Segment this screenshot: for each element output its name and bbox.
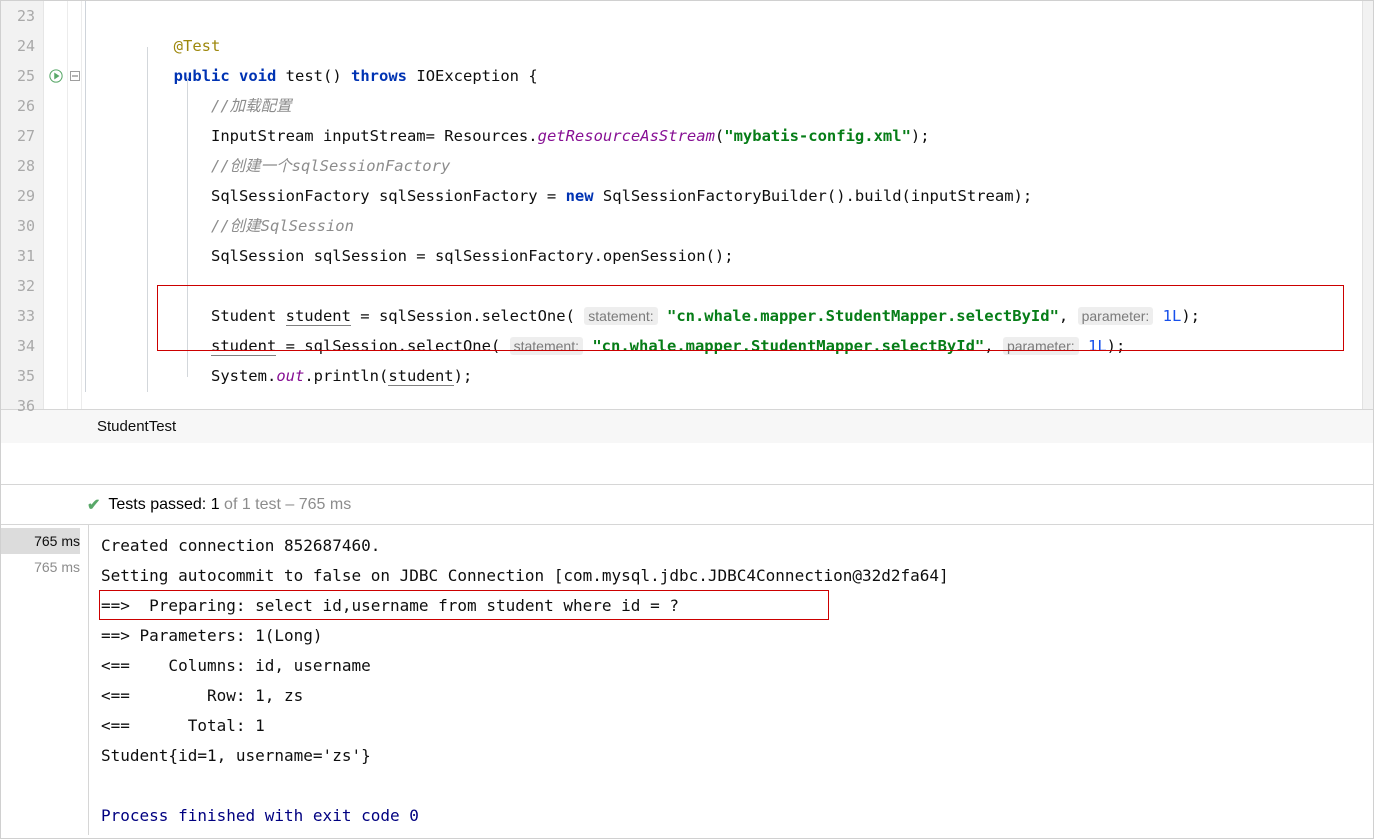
static-field: out xyxy=(276,367,304,385)
comment: //创建SqlSession xyxy=(211,217,354,235)
number-literal: 1L xyxy=(1088,337,1107,355)
editor-scrollbar[interactable] xyxy=(1362,1,1373,409)
console-line: <== Columns: id, username xyxy=(101,651,1373,681)
keyword-public: public xyxy=(174,67,230,85)
toolwindow-toolbar xyxy=(1,443,1373,485)
code-area[interactable]: @Test public void test() throws IOExcept… xyxy=(89,1,1373,409)
code: ( xyxy=(715,127,724,145)
string-literal: "mybatis-config.xml" xyxy=(724,127,911,145)
console-line: <== Total: 1 xyxy=(101,711,1373,741)
indent xyxy=(99,187,211,205)
console-line: Setting autocommit to false on JDBC Conn… xyxy=(101,561,1373,591)
code: Student xyxy=(211,307,286,325)
space xyxy=(658,307,667,325)
code: SqlSessionFactory sqlSessionFactory = xyxy=(211,187,566,205)
indent xyxy=(99,127,211,145)
run-gutter xyxy=(44,1,68,409)
code: System. xyxy=(211,367,276,385)
line-number[interactable]: 34 xyxy=(1,331,43,361)
indent xyxy=(99,97,211,115)
keyword-new: new xyxy=(566,187,594,205)
console-line: Created connection 852687460. xyxy=(101,531,1373,561)
tests-passed-count: 1 xyxy=(211,496,220,514)
structure-gutter xyxy=(82,1,89,409)
fold-gutter xyxy=(68,1,82,409)
test-tree-row[interactable]: 765 ms xyxy=(1,528,80,554)
code: ); xyxy=(1181,307,1200,325)
comment: //加载配置 xyxy=(211,97,292,115)
code: .println( xyxy=(304,367,388,385)
console-line xyxy=(101,771,1373,801)
indent xyxy=(99,247,211,265)
tests-passed-label: Tests passed: xyxy=(108,496,206,514)
code: , xyxy=(1059,307,1078,325)
line-number[interactable]: 27 xyxy=(1,121,43,151)
line-number-gutter[interactable]: 23 24 25 26 27 28 29 30 31 32 33 34 35 3… xyxy=(1,1,44,409)
line-number[interactable]: 32 xyxy=(1,271,43,301)
run-panel: 765 ms 765 ms Created connection 8526874… xyxy=(1,525,1373,835)
indent xyxy=(99,217,211,235)
line-number[interactable]: 25 xyxy=(1,61,43,91)
line-number[interactable]: 36 xyxy=(1,391,43,421)
annotation: @Test xyxy=(174,37,221,55)
code: = sqlSession.selectOne( xyxy=(351,307,584,325)
line-number[interactable]: 30 xyxy=(1,211,43,241)
comment: //创建一个sqlSessionFactory xyxy=(211,157,450,175)
variable: student xyxy=(286,307,351,326)
line-number[interactable]: 29 xyxy=(1,181,43,211)
run-test-icon[interactable] xyxy=(44,61,67,91)
parameter-hint: statement: xyxy=(510,337,583,355)
code: SqlSession sqlSession = sqlSessionFactor… xyxy=(211,247,734,265)
string-literal: "cn.whale.mapper.StudentMapper.selectByI… xyxy=(667,307,1059,325)
variable: student xyxy=(211,337,276,356)
check-icon: ✔ xyxy=(87,495,100,515)
console-line: ==> Preparing: select id,username from s… xyxy=(101,591,1373,621)
line-number[interactable]: 26 xyxy=(1,91,43,121)
line-number[interactable]: 24 xyxy=(1,31,43,61)
code: ); xyxy=(911,127,930,145)
parameter-hint: parameter: xyxy=(1003,337,1079,355)
console-line: Student{id=1, username='zs'} xyxy=(101,741,1373,771)
indent xyxy=(99,157,211,175)
parameter-hint: parameter: xyxy=(1078,307,1154,325)
number-literal: 1L xyxy=(1163,307,1182,325)
code: ); xyxy=(1107,337,1126,355)
method-name: test() xyxy=(286,67,342,85)
test-tree[interactable]: 765 ms 765 ms xyxy=(1,525,89,835)
space xyxy=(1079,337,1088,355)
indent xyxy=(99,337,211,355)
line-number[interactable]: 28 xyxy=(1,151,43,181)
console-line-exit: Process finished with exit code 0 xyxy=(101,801,1373,831)
line-number[interactable]: 33 xyxy=(1,301,43,331)
indent xyxy=(99,37,174,55)
space xyxy=(1153,307,1162,325)
code: , xyxy=(984,337,1003,355)
code: InputStream inputStream= Resources. xyxy=(211,127,538,145)
test-status-bar: ✔ Tests passed: 1 of 1 test – 765 ms xyxy=(1,485,1373,525)
keyword-throws: throws xyxy=(351,67,407,85)
static-method: getResourceAsStream xyxy=(538,127,715,145)
exception: IOException { xyxy=(416,67,537,85)
code: ); xyxy=(454,367,473,385)
variable: student xyxy=(388,367,453,386)
code: = sqlSession.selectOne( xyxy=(276,337,509,355)
parameter-hint: statement: xyxy=(584,307,657,325)
line-number[interactable]: 31 xyxy=(1,241,43,271)
line-number[interactable]: 35 xyxy=(1,361,43,391)
console-line: <== Row: 1, zs xyxy=(101,681,1373,711)
tests-passed-suffix: of 1 test – 765 ms xyxy=(224,496,351,514)
indent xyxy=(99,67,174,85)
keyword-void: void xyxy=(239,67,276,85)
space xyxy=(583,337,592,355)
test-tree-row[interactable]: 765 ms xyxy=(1,554,80,580)
editor-pane: 23 24 25 26 27 28 29 30 31 32 33 34 35 3… xyxy=(1,1,1373,410)
indent xyxy=(99,307,211,325)
fold-toggle-icon[interactable] xyxy=(68,61,81,91)
line-number[interactable]: 23 xyxy=(1,1,43,31)
code: SqlSessionFactoryBuilder().build(inputSt… xyxy=(594,187,1033,205)
console-output[interactable]: Created connection 852687460. Setting au… xyxy=(89,525,1373,835)
indent xyxy=(99,367,211,385)
string-literal: "cn.whale.mapper.StudentMapper.selectByI… xyxy=(592,337,984,355)
console-line: ==> Parameters: 1(Long) xyxy=(101,621,1373,651)
